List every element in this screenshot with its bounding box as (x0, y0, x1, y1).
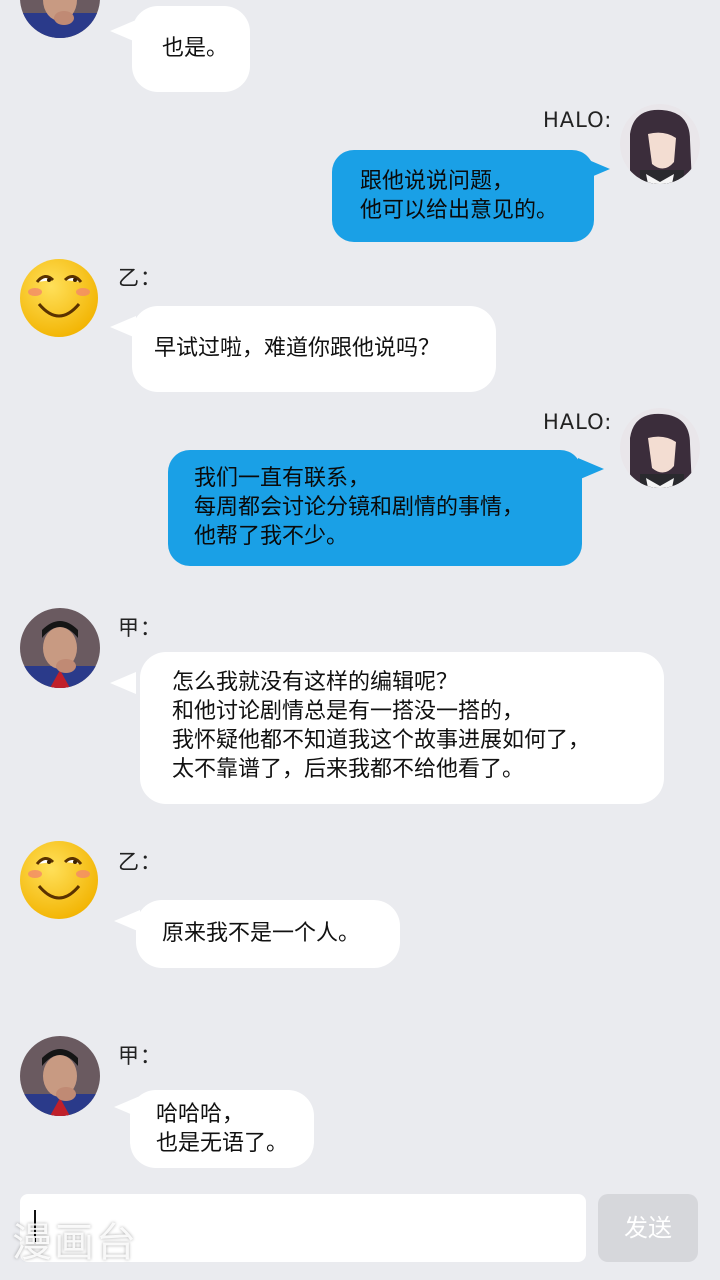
sender-name: 乙： (118, 850, 162, 874)
sender-name: HALO: (543, 410, 613, 434)
bubble-tail (110, 672, 136, 694)
anime-man-avatar[interactable] (620, 104, 700, 184)
message-text: 他帮了我不少。 (194, 524, 349, 549)
man-photo-avatar[interactable] (20, 1036, 100, 1116)
message-text: 和他讨论剧情总是有一搭没一搭的， (172, 699, 525, 724)
anime-man-avatar-image (620, 408, 700, 488)
smiley-emoji-avatar[interactable] (19, 840, 99, 920)
smiley-emoji-avatar-image (20, 841, 98, 919)
message-text: 他可以给出意见的。 (360, 198, 559, 223)
anime-man-avatar-image (620, 104, 700, 184)
message-bubble[interactable]: 早试过啦，难道你跟他说吗？ (132, 306, 496, 392)
message-text: 怎么我就没有这样的编辑呢？ (172, 670, 459, 695)
message-text: 也是。 (162, 36, 229, 61)
man-photo-avatar[interactable] (20, 608, 100, 688)
message-text: 原来我不是一个人。 (162, 921, 361, 946)
man-photo-avatar-image (20, 1036, 100, 1116)
message-text: 跟他说说问题， (360, 169, 515, 194)
watermark-text: 漫画台 (12, 1220, 138, 1266)
message-bubble[interactable]: 也是。 (132, 6, 250, 92)
anime-man-avatar[interactable] (620, 408, 700, 488)
message-bubble[interactable]: 原来我不是一个人。 (136, 900, 400, 968)
man-photo-avatar[interactable] (20, 0, 100, 38)
smiley-emoji-avatar[interactable] (19, 258, 99, 338)
send-button[interactable]: 发送 (598, 1194, 698, 1262)
sender-name: 乙： (118, 266, 162, 290)
message-text: 太不靠谱了，后来我都不给他看了。 (172, 757, 525, 782)
sender-name: 甲： (118, 1044, 162, 1068)
message-bubble[interactable]: 哈哈哈， 也是无语了。 (130, 1090, 314, 1168)
smiley-emoji-avatar-image (20, 259, 98, 337)
message-text: 每周都会讨论分镜和剧情的事情， (194, 495, 525, 520)
man-photo-avatar-image (20, 608, 100, 688)
message-bubble[interactable]: 我们一直有联系， 每周都会讨论分镜和剧情的事情， 他帮了我不少。 (168, 450, 582, 566)
message-text: 也是无语了。 (156, 1131, 289, 1156)
sender-name: 甲： (118, 616, 162, 640)
sender-name: HALO: (543, 108, 613, 132)
message-text: 我怀疑他都不知道我这个故事进展如何了， (172, 728, 591, 753)
message-text: 我们一直有联系， (194, 466, 371, 491)
message-text: 哈哈哈， (156, 1102, 245, 1127)
message-bubble[interactable]: 跟他说说问题， 他可以给出意见的。 (332, 150, 594, 242)
man-photo-avatar-image (20, 0, 100, 38)
message-bubble[interactable]: 怎么我就没有这样的编辑呢？ 和他讨论剧情总是有一搭没一搭的， 我怀疑他都不知道我… (140, 652, 664, 804)
message-text: 早试过啦，难道你跟他说吗？ (154, 336, 441, 361)
